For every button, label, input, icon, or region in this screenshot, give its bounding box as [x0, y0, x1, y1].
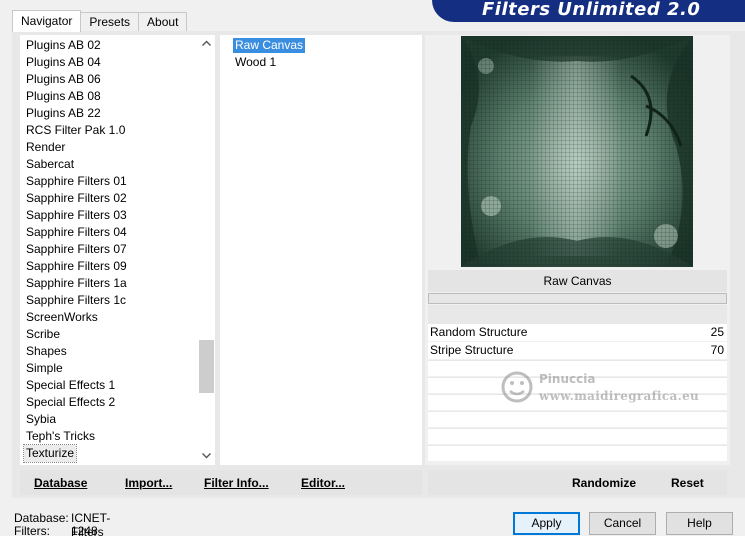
category-item[interactable]: Simple — [26, 360, 63, 377]
category-item[interactable]: RCS Filter Pak 1.0 — [26, 122, 125, 139]
category-item[interactable]: Plugins AB 08 — [26, 88, 101, 105]
category-list[interactable]: Plugins AB 02 Plugins AB 04 Plugins AB 0… — [20, 35, 215, 465]
param-slot-empty — [428, 411, 727, 427]
randomize-button[interactable]: Randomize — [572, 476, 636, 490]
help-button[interactable]: Help — [666, 512, 733, 535]
category-item[interactable]: Sapphire Filters 04 — [26, 224, 127, 241]
param-slot-empty — [428, 377, 727, 393]
param-random-structure[interactable]: Random Structure 25 — [428, 324, 727, 341]
spacer — [428, 305, 727, 324]
navigator-button-bar: Database Import... Filter Info... Editor… — [20, 470, 422, 495]
reset-button[interactable]: Reset — [671, 476, 704, 490]
param-stripe-structure[interactable]: Stripe Structure 70 — [428, 342, 727, 359]
filter-info-button[interactable]: Filter Info... — [204, 476, 269, 490]
filter-item[interactable]: Wood 1 — [233, 55, 278, 70]
category-item[interactable]: Sapphire Filters 1a — [26, 275, 127, 292]
param-slot-empty — [428, 394, 727, 410]
apply-button[interactable]: Apply — [513, 512, 580, 535]
progress-bar — [428, 293, 727, 304]
param-slot-empty — [428, 445, 727, 461]
category-item[interactable]: Sapphire Filters 09 — [26, 258, 127, 275]
category-item[interactable]: Sybia — [26, 411, 56, 428]
category-item[interactable]: Sabercat — [26, 156, 74, 173]
tab-presets[interactable]: Presets — [80, 12, 140, 32]
category-item[interactable]: Sapphire Filters 1c — [26, 292, 126, 309]
chevron-down-icon[interactable] — [198, 448, 215, 465]
param-slot-empty — [428, 428, 727, 444]
category-item[interactable]: Sapphire Filters 01 — [26, 173, 127, 190]
status-label: Database: — [14, 511, 69, 525]
category-item[interactable]: Plugins AB 22 — [26, 105, 101, 122]
editor-button[interactable]: Editor... — [301, 476, 345, 490]
param-label: Stripe Structure — [430, 343, 514, 357]
category-item[interactable]: Special Effects 1 — [26, 377, 115, 394]
param-value[interactable]: 70 — [711, 343, 724, 357]
status-label: Filters: — [14, 524, 50, 536]
category-item-selected[interactable]: Texturize — [22, 444, 78, 463]
category-item[interactable]: Plugins AB 02 — [26, 37, 101, 54]
param-slot-empty — [428, 360, 727, 376]
param-value[interactable]: 25 — [711, 325, 724, 339]
category-item[interactable]: Sapphire Filters 02 — [26, 190, 127, 207]
preview-filter-name: Raw Canvas — [428, 270, 727, 292]
category-item[interactable]: Shapes — [26, 343, 67, 360]
category-item[interactable]: ScreenWorks — [26, 309, 98, 326]
app-title: Filters Unlimited 2.0 — [482, 0, 701, 20]
preview-image — [461, 36, 693, 267]
category-item[interactable]: Special Effects 2 — [26, 394, 115, 411]
category-scrollbar[interactable] — [198, 35, 215, 465]
param-label: Random Structure — [430, 325, 528, 339]
category-item[interactable]: Plugins AB 06 — [26, 71, 101, 88]
category-item[interactable]: Sapphire Filters 03 — [26, 207, 127, 224]
tab-about[interactable]: About — [138, 12, 188, 32]
scrollbar-thumb[interactable] — [199, 340, 214, 393]
tab-navigator[interactable]: Navigator — [12, 10, 82, 32]
chevron-up-icon[interactable] — [198, 35, 215, 52]
category-item[interactable]: Scribe — [26, 326, 60, 343]
status-value: 1248 — [71, 524, 98, 536]
category-item[interactable]: Sapphire Filters 07 — [26, 241, 127, 258]
category-item[interactable]: Render — [26, 139, 65, 156]
import-button[interactable]: Import... — [125, 476, 172, 490]
cancel-button[interactable]: Cancel — [589, 512, 656, 535]
category-item[interactable]: Teph's Tricks — [26, 428, 95, 445]
app-title-banner: Filters Unlimited 2.0 — [432, 0, 745, 22]
filter-item-selected[interactable]: Raw Canvas — [233, 38, 306, 53]
filter-button-bar: Randomize Reset — [428, 470, 727, 495]
filter-list[interactable]: Raw Canvas Wood 1 — [220, 35, 422, 465]
database-button[interactable]: Database — [34, 476, 87, 490]
category-item[interactable]: Plugins AB 04 — [26, 54, 101, 71]
tab-strip: Navigator Presets About — [12, 10, 188, 32]
